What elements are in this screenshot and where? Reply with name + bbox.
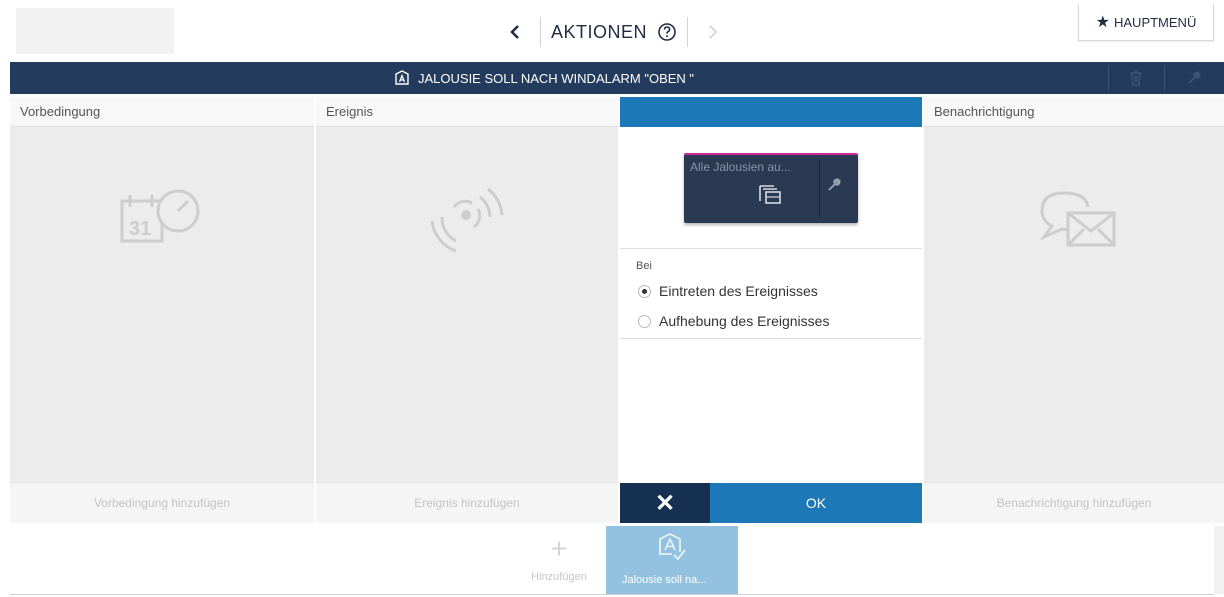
toolbar-separator [1108,66,1109,90]
nav-center: AKTIONEN [500,14,728,50]
logo-area [16,8,174,54]
blinds-group-tile[interactable]: Alle Jalousien au... [684,153,858,223]
wrench-icon[interactable] [826,177,842,193]
precondition-header: Vorbedingung [10,97,314,127]
chevron-left-icon [510,25,519,39]
chat-mail-icon [1039,191,1116,247]
action-title: JALOUSIE SOLL NACH WINDALARM "OBEN " [394,62,694,94]
add-label: Hinzufügen [531,571,587,583]
nav-separator [687,17,689,47]
tile-separator [819,159,820,217]
back-button[interactable] [500,14,530,50]
action-title-bar: JALOUSIE SOLL NACH WINDALARM "OBEN " [10,62,1224,94]
panel-header [620,97,922,127]
automation-a-icon [659,533,686,560]
page-title: AKTIONEN [551,21,648,42]
help-circle-icon[interactable] [657,22,677,42]
chevron-right-icon [709,25,718,39]
action-tile-label: Jalousie soll na... [622,574,707,586]
notification-column: Benachrichtigung Benachrichtigung hinzuf… [924,97,1224,523]
automation-a-icon [394,70,410,86]
ok-button[interactable]: OK [710,483,922,523]
main-menu-button[interactable]: ★ HAUPTMENÜ [1078,4,1214,41]
main-menu-label: HAUPTMENÜ [1114,14,1197,30]
toolbar-separator [1164,66,1165,90]
bei-label: Bei [636,260,652,272]
panel-divider [620,338,922,339]
bottom-bar: + Hinzufügen Jalousie soll na... [10,526,1214,595]
tile-label: Alle Jalousien au... [690,160,791,174]
add-notification-button[interactable]: Benachrichtigung hinzufügen [924,482,1224,523]
add-event-button[interactable]: Ereignis hinzufügen [316,482,618,523]
action-tile[interactable]: Jalousie soll na... [606,526,738,594]
action-edit-panel: Alle Jalousien au... Bei Eintreten des E… [620,97,922,523]
trash-icon [1130,70,1142,86]
panel-divider [620,248,922,249]
nav-separator [540,17,541,47]
option-occurrence[interactable]: Eintreten des Ereignisses [638,283,818,299]
signal-waves-icon [430,187,504,253]
blinds-group-icon [759,185,781,204]
star-icon: ★ [1095,14,1110,31]
delete-button[interactable] [1116,62,1156,94]
scroll-edge [1214,526,1224,594]
notification-header: Benachrichtigung [924,97,1224,127]
cancel-button[interactable]: ✕ [620,483,710,523]
event-header: Ereignis [316,97,618,127]
svg-text:31: 31 [129,218,151,240]
wrench-icon [1188,71,1201,84]
forward-button[interactable] [698,14,728,50]
calendar-clock-icon: 31 [120,189,200,243]
close-icon: ✕ [654,489,676,517]
option-cancellation[interactable]: Aufhebung des Ereignisses [638,313,829,329]
precondition-column: Vorbedingung 31 Vorbedingung hinzufügen [10,97,314,523]
add-precondition-button[interactable]: Vorbedingung hinzufügen [10,482,314,523]
plus-icon: + [550,533,568,564]
radio-checked[interactable] [638,284,651,298]
add-action-button[interactable]: + Hinzufügen [512,526,606,594]
action-title-text: JALOUSIE SOLL NACH WINDALARM "OBEN " [418,70,695,86]
top-bar: AKTIONEN ★ HAUPTMENÜ [0,0,1224,62]
radio-unchecked[interactable] [638,314,651,328]
settings-button[interactable] [1174,62,1214,94]
option-label: Aufhebung des Ereignisses [659,313,830,329]
event-column: Ereignis Ereignis hinzufügen [316,97,618,523]
option-label: Eintreten des Ereignisses [659,283,818,299]
